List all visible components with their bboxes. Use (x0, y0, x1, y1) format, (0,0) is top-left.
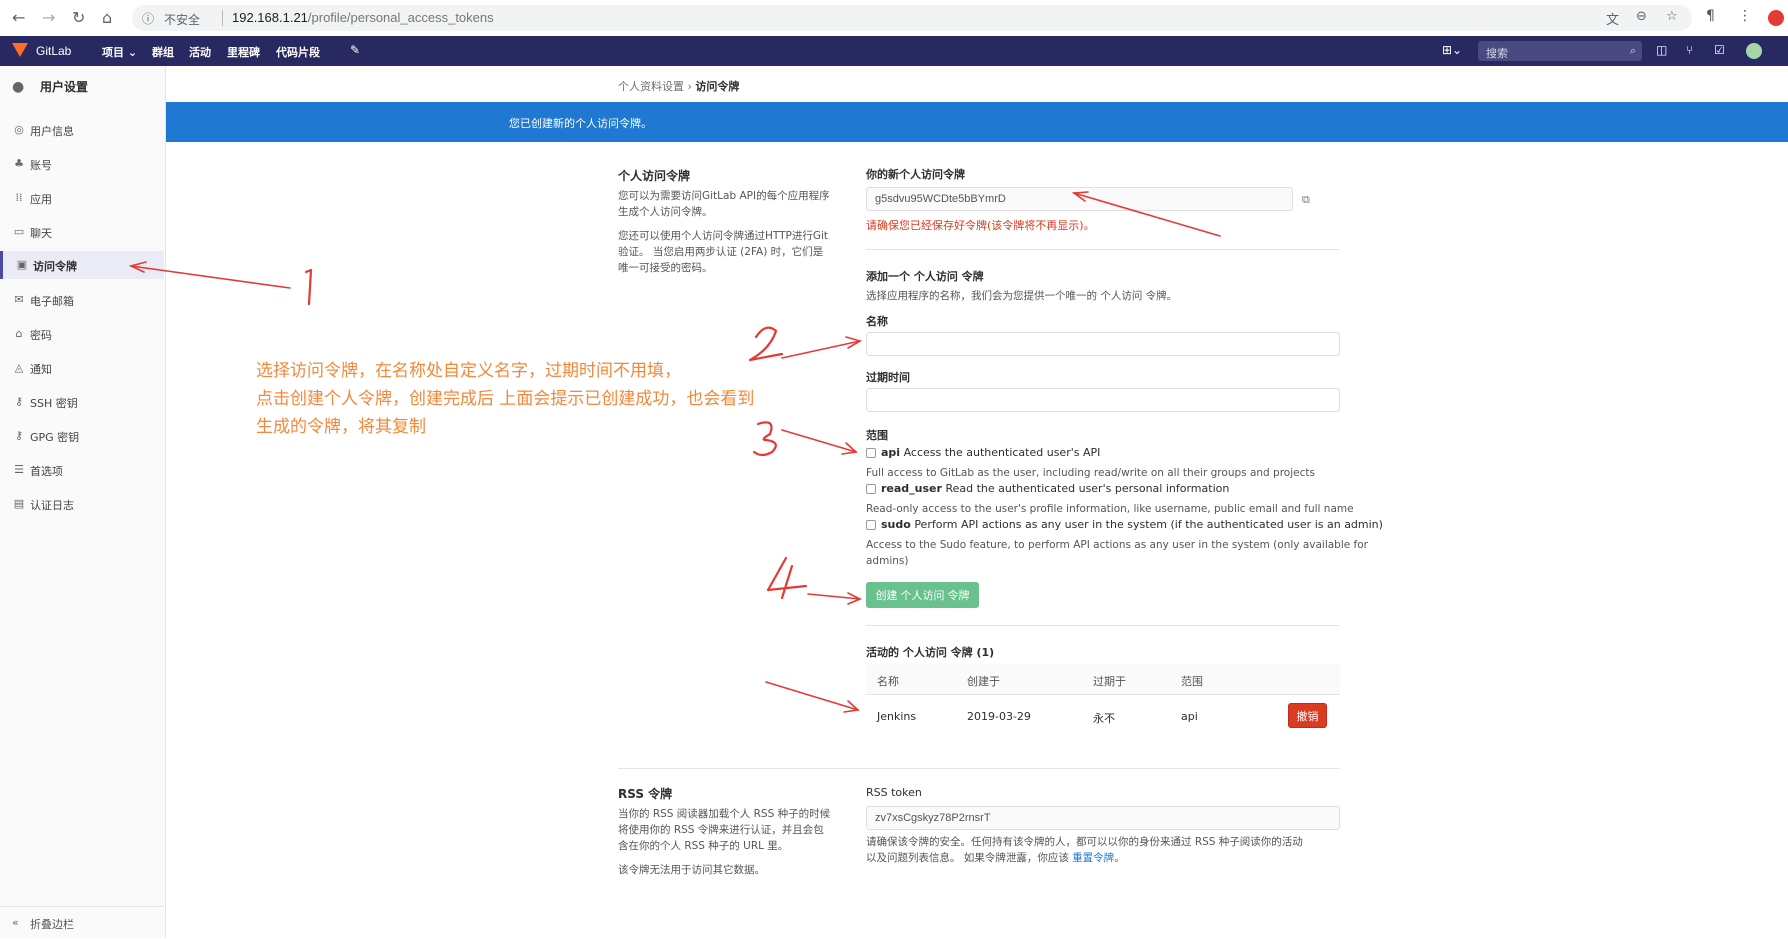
step-number-1 (304, 268, 313, 306)
annotation-arrow-table (765, 681, 860, 713)
annotation-arrow-token (1071, 191, 1221, 237)
annotation-arrow-name (781, 336, 863, 359)
step-number-4 (766, 556, 808, 600)
step-number-2 (748, 326, 784, 362)
annotation-arrow-create (807, 592, 862, 605)
annotation-note: 选择访问令牌，在名称处自定义名字，过期时间不用填， 点击创建个人令牌，创建完成后… (256, 361, 755, 437)
annotation-arrows (128, 191, 1221, 713)
annotation-arrow-sidebar (128, 261, 291, 289)
